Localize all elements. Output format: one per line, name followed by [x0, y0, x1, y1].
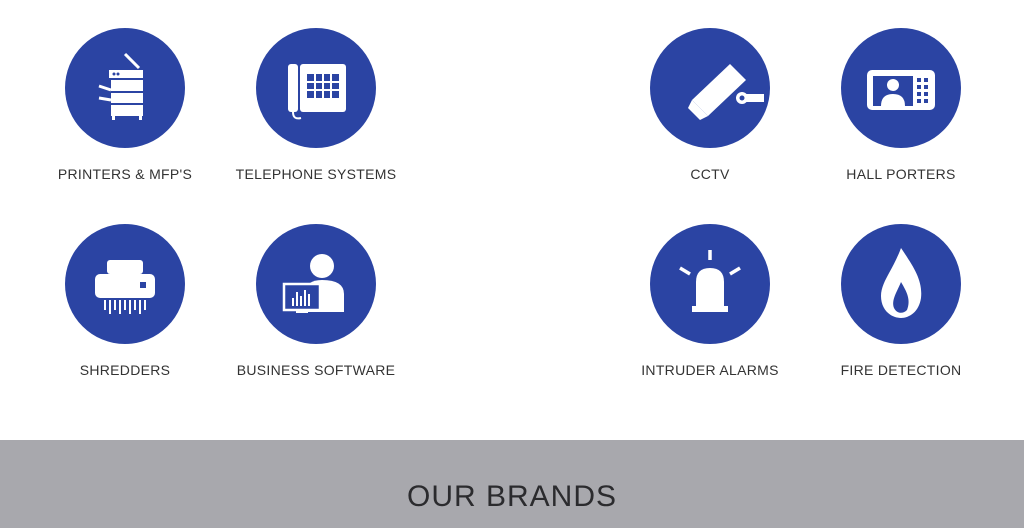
service-label: FIRE DETECTION: [840, 362, 962, 378]
service-intruder-alarms[interactable]: INTRUDER ALARMS: [610, 224, 810, 378]
service-cctv[interactable]: CCTV: [610, 28, 810, 182]
brands-section: OUR BRANDS: [0, 440, 1024, 528]
service-label: CCTV: [690, 166, 730, 182]
cctv-camera-icon: [650, 28, 770, 148]
flame-icon: [841, 224, 961, 344]
service-label: SHREDDERS: [79, 362, 171, 378]
service-business-software[interactable]: BUSINESS SOFTWARE: [216, 224, 416, 378]
service-fire-detection[interactable]: FIRE DETECTION: [801, 224, 1001, 378]
service-label: BUSINESS SOFTWARE: [236, 362, 396, 378]
business-software-icon: [256, 224, 376, 344]
service-shredders[interactable]: SHREDDERS: [25, 224, 225, 378]
service-label: INTRUDER ALARMS: [641, 362, 779, 378]
printer-icon: [65, 28, 185, 148]
brands-heading: OUR BRANDS: [406, 480, 618, 513]
service-printers[interactable]: PRINTERS & MFP'S: [25, 28, 225, 182]
service-label: TELEPHONE SYSTEMS: [235, 166, 397, 182]
service-hall-porters[interactable]: HALL PORTERS: [801, 28, 1001, 182]
alarm-siren-icon: [650, 224, 770, 344]
shredder-icon: [65, 224, 185, 344]
telephone-icon: [256, 28, 376, 148]
service-label: HALL PORTERS: [846, 166, 956, 182]
service-label: PRINTERS & MFP'S: [57, 166, 193, 182]
service-telephone-systems[interactable]: TELEPHONE SYSTEMS: [216, 28, 416, 182]
door-entry-icon: [841, 28, 961, 148]
